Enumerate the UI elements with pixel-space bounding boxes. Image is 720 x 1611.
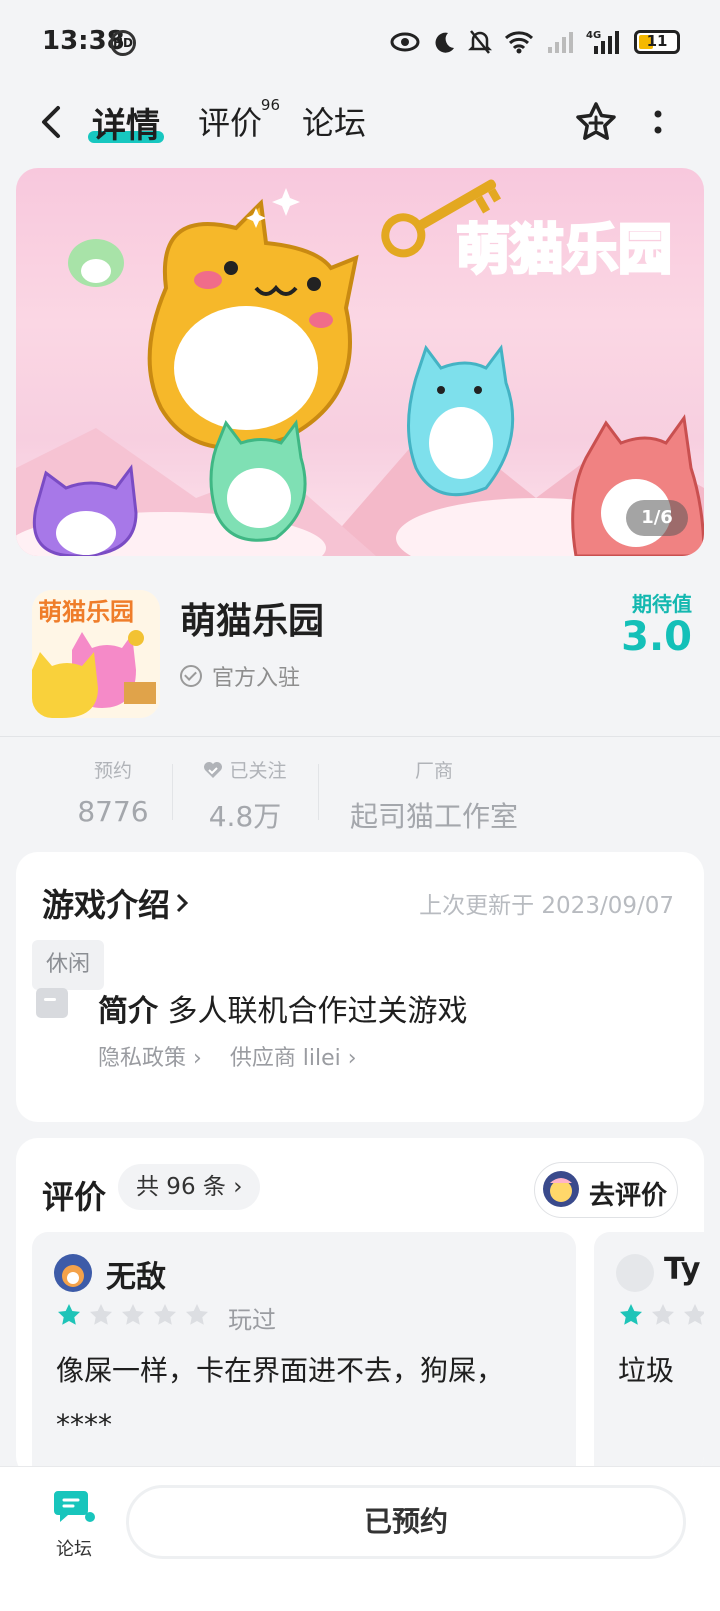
expectation-score: 3.0 [621, 614, 692, 660]
app-name: 萌猫乐园 [180, 601, 325, 642]
play-status: 玩过 [228, 1306, 276, 1334]
app-icon: 萌猫乐园 [32, 590, 160, 718]
update-date: 上次更新于 2023/09/07 [419, 893, 674, 919]
intro-title-link[interactable]: 游戏介绍 [42, 880, 190, 926]
more-icon[interactable] [650, 104, 666, 144]
review-text: 垃圾 [618, 1354, 675, 1387]
stat-followers-value: 4.8万 [208, 800, 282, 833]
privacy-policy-link[interactable]: 隐私政策 › [98, 1040, 202, 1072]
intro-card: 游戏介绍 上次更新于 2023/09/07 休闲 简介 多人联机合作过关游戏 隐… [16, 852, 704, 1122]
brief-text: 多人联机合作过关游戏 [167, 994, 468, 1029]
check-circle-icon [180, 665, 202, 687]
stat-reservations-label: 预约 [93, 760, 132, 782]
heart-check-icon [204, 762, 223, 778]
star-empty-icon [154, 1304, 176, 1325]
expectation-label: 期待值 [632, 592, 692, 616]
bottom-bar: 论坛 已预约 [0, 1466, 720, 1611]
tab-forum-label: 论坛 [302, 104, 367, 142]
stat-followers-label: 已关注 [190, 756, 300, 783]
signal-icon [548, 32, 573, 53]
favorite-star-icon[interactable] [574, 100, 618, 144]
avatar [54, 1254, 92, 1292]
divider [318, 764, 319, 820]
star-filled-icon [58, 1304, 80, 1325]
banner-art: 萌猫乐园 [16, 179, 704, 556]
intro-title: 游戏介绍 [42, 886, 171, 924]
tab-details[interactable]: 详情 [88, 98, 164, 147]
reviews-count-button[interactable]: 共 96 条 › [118, 1164, 261, 1210]
avatar [616, 1254, 654, 1292]
supplier-link[interactable]: 供应商 lilei › [230, 1040, 357, 1072]
wifi-icon [504, 31, 534, 54]
bell-off-icon [468, 30, 492, 54]
write-review-button[interactable]: 去评价 [534, 1162, 678, 1218]
chevron-right-icon [176, 893, 189, 913]
brief: 简介 多人联机合作过关游戏 [98, 986, 468, 1030]
svg-text:萌猫乐园: 萌猫乐园 [38, 598, 134, 626]
top-nav: 详情 评价 96 论坛 [0, 84, 720, 160]
eye-icon [390, 32, 420, 52]
stat-developer-value: 起司猫工作室 [349, 800, 518, 833]
battery-icon: 11 [634, 30, 680, 54]
genre-tag[interactable]: 休闲 [32, 940, 105, 990]
star-empty-icon [652, 1304, 674, 1325]
official-badge: 官方入驻 [180, 660, 300, 692]
chat-bubble-icon [54, 1491, 95, 1522]
forum-label: 论坛 [56, 1539, 92, 1560]
review-username: Ty [664, 1252, 701, 1287]
intro-links: 隐私政策 › 供应商 lilei › [98, 1040, 357, 1072]
tab-reviews-badge: 96 [260, 96, 281, 114]
reviews-card: 评价 共 96 条 › 去评价 无敌 玩过 像屎一样，卡在界面进不去，狗屎，**… [16, 1138, 704, 1478]
brief-label: 简介 [98, 994, 158, 1029]
official-label: 官方入驻 [212, 666, 301, 691]
rating-stars [56, 1302, 210, 1328]
status-bar: 13:38 HD 4G 11 [0, 0, 720, 84]
tab-forum[interactable]: 论坛 [302, 98, 366, 144]
svg-text:4G: 4G [586, 30, 601, 41]
star-empty-icon [90, 1304, 112, 1325]
status-icons: 4G 11 [390, 22, 680, 62]
user-avatar [543, 1171, 579, 1207]
reserved-button[interactable]: 已预约 [126, 1485, 686, 1559]
banner-image[interactable]: 萌猫乐园 1/6 [16, 168, 704, 556]
stat-reservations: 预约 8776 [58, 756, 168, 828]
forum-button[interactable]: 论坛 [44, 1487, 104, 1561]
review-username: 无敌 [106, 1260, 166, 1295]
moon-icon [435, 32, 454, 53]
back-icon[interactable] [38, 102, 64, 142]
tab-reviews-label: 评价 [198, 104, 263, 142]
divider [0, 736, 720, 737]
tab-details-label: 详情 [92, 106, 160, 146]
review-text: 像屎一样，卡在界面进不去，狗屎，**** [56, 1354, 505, 1441]
stat-followers[interactable]: 已关注 4.8万 [190, 756, 300, 835]
document-icon [36, 988, 68, 1018]
banner-pager: 1/6 [626, 500, 688, 536]
hd-icon: HD [110, 30, 136, 56]
tab-reviews[interactable]: 评价 96 [198, 96, 280, 144]
star-empty-icon [684, 1304, 704, 1325]
star-filled-icon [620, 1304, 642, 1325]
rating-stars [618, 1302, 704, 1328]
svg-text:萌猫乐园: 萌猫乐园 [456, 218, 672, 281]
stat-developer-label: 厂商 [414, 760, 453, 782]
signal-4g-icon: 4G [586, 30, 619, 54]
write-review-label: 去评价 [589, 1181, 668, 1211]
review-item[interactable]: Ty 垃圾 [594, 1232, 704, 1478]
stat-developer[interactable]: 厂商 起司猫工作室 [336, 756, 532, 835]
stat-reservations-value: 8776 [77, 795, 149, 828]
review-item[interactable]: 无敌 玩过 像屎一样，卡在界面进不去，狗屎，**** [32, 1232, 576, 1478]
reviews-title: 评价 [42, 1178, 107, 1216]
star-empty-icon [122, 1304, 144, 1325]
divider [172, 764, 173, 820]
star-empty-icon [186, 1304, 208, 1325]
